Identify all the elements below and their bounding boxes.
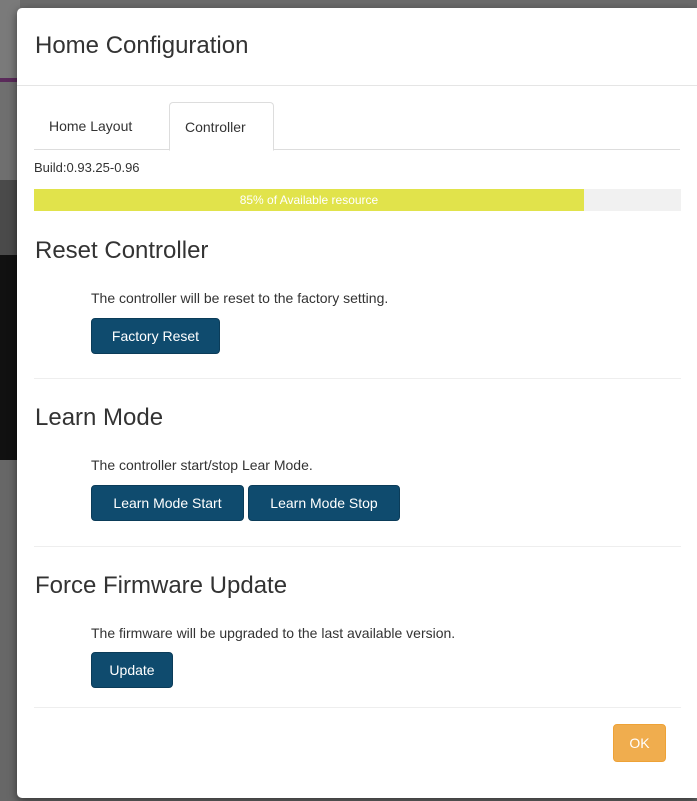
tab-controller[interactable]: Controller bbox=[169, 102, 274, 151]
learn-mode-description: The controller start/stop Lear Mode. bbox=[91, 457, 313, 473]
home-configuration-dialog: Home Configuration Home Layout Controlle… bbox=[17, 8, 697, 798]
factory-reset-button[interactable]: Factory Reset bbox=[91, 318, 220, 354]
reset-controller-description: The controller will be reset to the fact… bbox=[91, 290, 389, 306]
resource-progress-bar: 85% of Available resource bbox=[34, 189, 584, 211]
build-version: Build:0.93.25-0.96 bbox=[34, 160, 140, 175]
section-divider bbox=[34, 378, 681, 379]
ok-button[interactable]: OK bbox=[613, 724, 666, 762]
firmware-update-description: The firmware will be upgraded to the las… bbox=[91, 625, 456, 641]
learn-mode-start-button[interactable]: Learn Mode Start bbox=[91, 485, 244, 521]
section-divider bbox=[34, 546, 681, 547]
modal-header: Home Configuration bbox=[17, 8, 697, 86]
resource-progress: 85% of Available resource bbox=[34, 189, 681, 211]
firmware-update-button[interactable]: Update bbox=[91, 652, 173, 688]
reset-controller-heading: Reset Controller bbox=[35, 237, 209, 264]
tab-home-layout[interactable]: Home Layout bbox=[34, 102, 167, 150]
tab-bar: Home Layout Controller bbox=[34, 102, 680, 151]
learn-mode-stop-button[interactable]: Learn Mode Stop bbox=[248, 485, 400, 521]
modal-title: Home Configuration bbox=[35, 32, 249, 59]
footer-divider bbox=[34, 707, 681, 708]
learn-mode-heading: Learn Mode bbox=[35, 404, 164, 431]
firmware-update-heading: Force Firmware Update bbox=[35, 572, 288, 599]
